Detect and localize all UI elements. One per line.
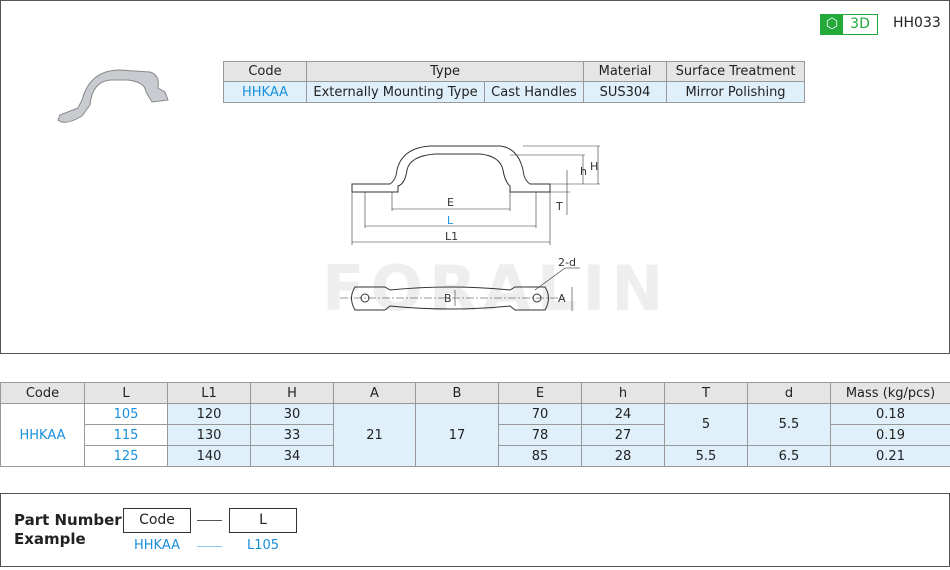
cell-l1: 140 (167, 445, 251, 467)
cell-t: 5.5 (664, 445, 748, 467)
cell-mass: 0.21 (830, 445, 950, 467)
cell-mass: 0.18 (830, 403, 950, 425)
code-link[interactable]: HHKAA (223, 81, 307, 103)
cell-d: 5.5 (747, 403, 831, 446)
col-e: E (498, 382, 582, 404)
l-link[interactable]: 105 (84, 403, 168, 425)
separator (197, 520, 222, 521)
cell-a: 21 (333, 403, 416, 467)
cell-h: 33 (250, 424, 334, 446)
cell-d: 6.5 (747, 445, 831, 467)
cell-h-small: 24 (581, 403, 665, 425)
header-surface: Surface Treatment (666, 61, 806, 82)
label-b: B (444, 292, 452, 305)
cell-e: 78 (498, 424, 582, 446)
col-l1: L1 (167, 382, 251, 404)
l-link[interactable]: 125 (84, 445, 168, 467)
title-line1: Part Number (14, 511, 122, 529)
cell-mass: 0.19 (830, 424, 950, 446)
code-example: HHKAA (134, 538, 180, 553)
title-line2: Example (14, 530, 86, 548)
example-separator (197, 546, 222, 547)
cell-e: 85 (498, 445, 582, 467)
label-e: E (447, 196, 454, 209)
label-t: T (555, 200, 563, 213)
cell-h: 30 (250, 403, 334, 425)
label-l1: L1 (445, 230, 458, 243)
cell-h-small: 27 (581, 424, 665, 446)
3d-button[interactable]: ⬡ 3D (820, 14, 878, 35)
type-cast: Cast Handles (483, 81, 585, 103)
l-box: L (229, 508, 297, 533)
col-a: A (333, 382, 416, 404)
part-number-title: Part Number Example (14, 511, 122, 549)
cell-h: 34 (250, 445, 334, 467)
cell-e: 70 (498, 403, 582, 425)
header-material: Material (583, 61, 668, 82)
code-box: Code (123, 508, 191, 533)
table-row: HHKAA 105 120 30 21 17 70 24 5 5.5 0.18 (0, 403, 950, 467)
type-table: Code Type Material Surface Treatment HHKAA E… (223, 61, 806, 103)
col-h: H (250, 382, 334, 404)
cell-l1: 130 (167, 424, 251, 446)
col-code: Code (0, 382, 85, 404)
part-id: HH033 (893, 15, 941, 31)
header-code: Code (223, 61, 307, 82)
col-mass: Mass (kg/pcs) (830, 382, 950, 404)
header-type: Type (305, 61, 585, 82)
col-b: B (415, 382, 499, 404)
cell-t: 5 (664, 403, 748, 446)
product-photo (57, 69, 169, 123)
label-h-small: h (580, 165, 587, 178)
label-a: A (558, 292, 566, 305)
label-h-large: H (590, 160, 598, 173)
cube-icon: ⬡ (821, 15, 843, 34)
label-l: L (447, 214, 454, 227)
type-mounting: Externally Mounting Type (306, 81, 485, 103)
col-l: L (84, 382, 168, 404)
label-d: 2-d (558, 256, 576, 269)
cell-h-small: 28 (581, 445, 665, 467)
material: SUS304 (583, 81, 668, 103)
col-t: T (664, 382, 748, 404)
cell-l1: 120 (167, 403, 251, 425)
code-link[interactable]: HHKAA (0, 403, 85, 467)
surface: Mirror Polishing (666, 81, 806, 103)
technical-drawing: E L L1 h H T B A 2-d (340, 145, 600, 311)
spec-table: Code L L1 H A B Eh Td Mass (kg/pcs) HHKAA 105 120… (0, 382, 950, 467)
col-h-small: h (581, 382, 665, 404)
col-d: d (747, 382, 831, 404)
l-example: L105 (247, 538, 280, 553)
cell-b: 17 (415, 403, 499, 467)
l-link[interactable]: 115 (84, 424, 168, 446)
